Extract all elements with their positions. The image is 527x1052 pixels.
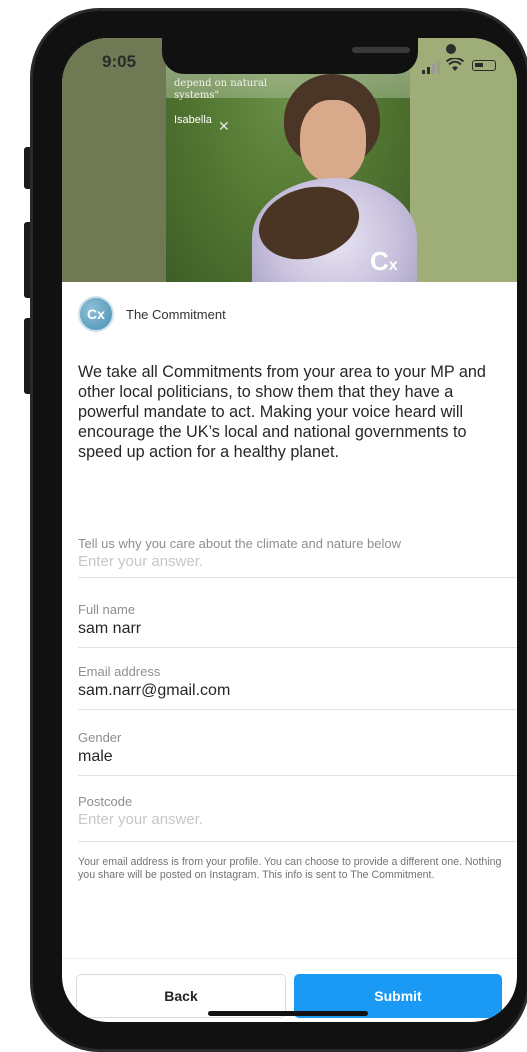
wifi-icon [446,58,464,71]
postcode-label: Postcode [78,794,133,809]
signal-icon [422,70,425,74]
brand-name: The Commitment [126,306,226,322]
signal-icon [427,67,430,74]
status-icons [422,58,502,74]
gender-field[interactable]: Gender male [78,730,517,776]
close-icon: ✕ [218,118,230,134]
gender-label: Gender [78,730,122,745]
brand-watermark-letter: C [370,246,389,276]
gender-input[interactable]: male [78,748,517,766]
hero-left-panel [62,38,166,282]
why-care-label: Tell us why you care about the climate a… [78,536,402,551]
intro-text: We take all Commitments from your area t… [78,363,486,461]
full-name-label: Full name [78,602,136,617]
postcode-field[interactable]: Postcode Enter your answer. [78,794,517,842]
notch [162,38,456,74]
postcode-input[interactable]: Enter your answer. [78,811,517,828]
status-time: 9:05 [102,52,137,71]
brand-watermark: Cx [370,246,398,277]
full-name-field[interactable]: Full name sam narr [78,602,517,648]
camera [446,44,456,54]
hero-quote: depend on natural systems" [174,78,267,102]
why-care-input[interactable]: Enter your answer. [78,553,517,570]
battery-icon [472,60,496,71]
hero-quote-line: systems" [174,90,220,101]
brand-logo: Cx [78,296,114,332]
brand-watermark-sub: x [388,257,398,274]
why-care-field[interactable]: Tell us why you care about the climate a… [78,536,517,578]
email-field[interactable]: Email address sam.narr@gmail.com [78,664,517,710]
email-input[interactable]: sam.narr@gmail.com [78,682,517,700]
signal-icon [437,61,440,74]
speaker [352,47,410,53]
hero-quote-line: depend on natural [174,78,268,89]
phone-screen: depend on natural systems" Isabella ✕ Cx… [62,38,517,1022]
footer-divider [62,958,517,959]
hero-image: depend on natural systems" Isabella ✕ Cx [62,38,517,282]
signal-icon [432,64,435,74]
hero-author: Isabella [174,114,212,126]
brand-header: Cx The Commitment [78,296,226,332]
hero-right-panel [410,38,517,282]
disclaimer-text: Your email address is from your profile.… [78,856,502,881]
full-name-input[interactable]: sam narr [78,620,517,638]
email-label: Email address [78,664,161,679]
person-face [300,100,366,182]
home-indicator[interactable] [208,1011,368,1016]
